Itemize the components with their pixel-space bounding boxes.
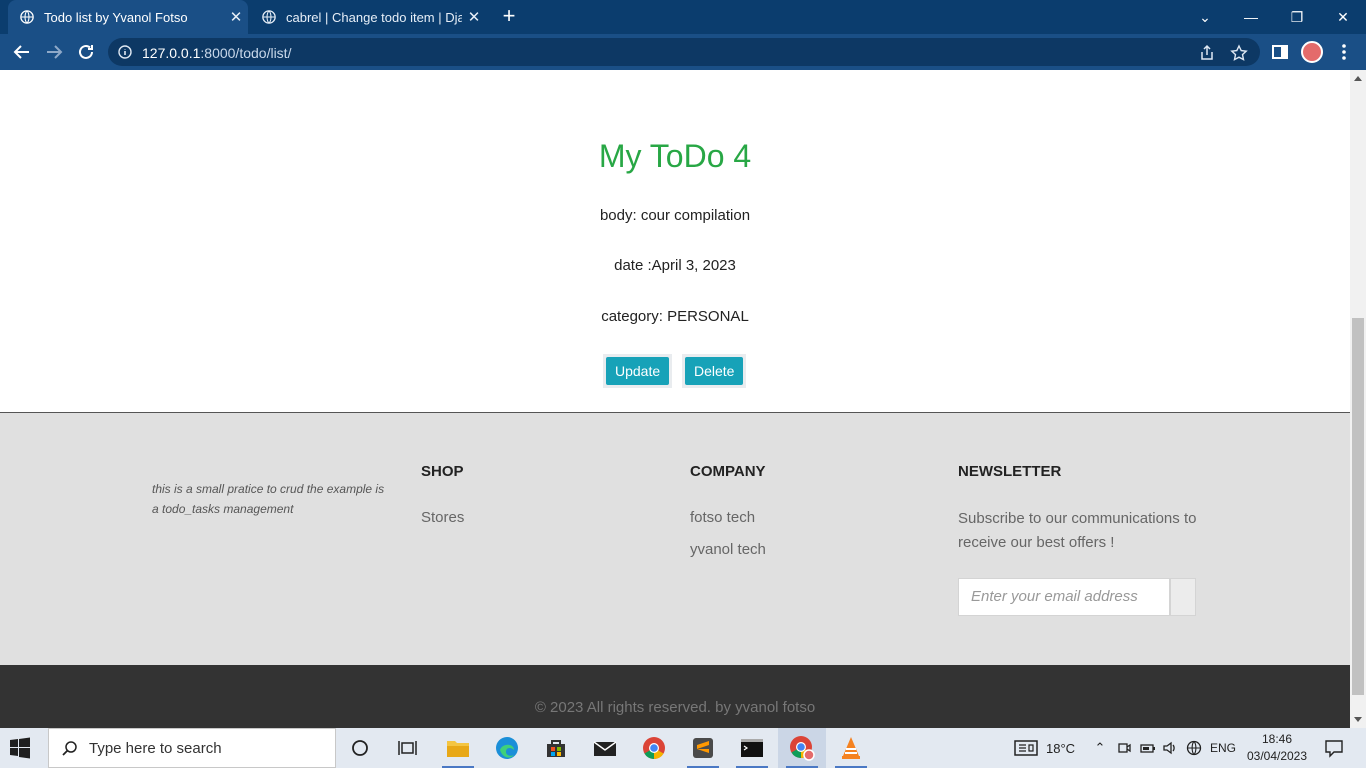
subscribe-button[interactable] — [1170, 578, 1196, 616]
side-panel-icon[interactable] — [1270, 42, 1290, 62]
site-info-icon[interactable] — [118, 45, 132, 59]
footer-link-stores[interactable]: Stores — [421, 509, 464, 526]
todo-card: My ToDo 4 body: cour compilation date :A… — [0, 70, 1350, 412]
cortana-icon[interactable] — [336, 728, 384, 768]
footer-copyright-bar: © 2023 All rights reserved. by yvanol fo… — [0, 665, 1350, 728]
meet-now-icon[interactable] — [1116, 740, 1132, 756]
company-heading: COMPANY — [690, 463, 766, 480]
system-tray: ⌃ ENG — [1092, 728, 1236, 768]
share-icon[interactable] — [1198, 44, 1216, 62]
footer: this is a small pratice to crud the exam… — [0, 412, 1350, 665]
globe-icon — [20, 10, 34, 24]
clock-date: 03/04/2023 — [1246, 749, 1308, 763]
newsletter-heading: NEWSLETTER — [958, 463, 1062, 480]
tab-todo-list[interactable]: Todo list by Yvanol Fotso ✕ — [8, 0, 248, 34]
address-toolbar: 127.0.0.1:8000/todo/list/ — [0, 34, 1366, 70]
volume-icon[interactable] — [1162, 740, 1178, 756]
update-button[interactable]: Update — [603, 354, 673, 388]
tray-chevron-up-icon[interactable]: ⌃ — [1092, 740, 1108, 756]
language-indicator[interactable]: ENG — [1210, 741, 1236, 755]
url-text: 127.0.0.1:8000/todo/list/ — [142, 45, 292, 61]
windows-taskbar: Type here to search 18°C ⌃ ENG 18:46 03/… — [0, 728, 1366, 768]
copyright-text: © 2023 All rights reserved. by yvanol fo… — [534, 699, 816, 716]
footer-link-fotso-tech[interactable]: fotso tech — [690, 509, 755, 526]
sublime-text-icon[interactable] — [679, 728, 727, 768]
newsletter-description: Subscribe to our communications to recei… — [958, 510, 1197, 551]
shop-heading: SHOP — [421, 463, 464, 480]
scroll-down-arrow-icon[interactable] — [1354, 717, 1362, 722]
todo-category: category: PERSONAL — [601, 308, 749, 325]
close-tab-icon[interactable]: ✕ — [224, 8, 248, 26]
todo-body: body: cour compilation — [599, 207, 751, 224]
task-view-icon[interactable] — [384, 728, 432, 768]
reload-icon[interactable] — [74, 40, 98, 64]
weather-widget[interactable]: 18°C — [1014, 728, 1075, 768]
url-bar[interactable]: 127.0.0.1:8000/todo/list/ — [108, 38, 1260, 66]
scrollbar-thumb[interactable] — [1352, 318, 1364, 695]
more-menu-icon[interactable] — [1334, 42, 1354, 62]
todo-date: date :April 3, 2023 — [614, 257, 736, 274]
system-clock[interactable]: 18:46 03/04/2023 — [1246, 731, 1308, 765]
mail-icon[interactable] — [581, 728, 629, 768]
battery-icon[interactable] — [1140, 740, 1156, 756]
delete-button[interactable]: Delete — [682, 354, 747, 388]
email-input[interactable]: Enter your email address — [958, 578, 1170, 616]
close-window-icon[interactable]: ✕ — [1320, 0, 1366, 34]
microsoft-store-icon[interactable] — [532, 728, 580, 768]
chrome-profile-icon[interactable] — [778, 728, 826, 768]
browser-tab-strip: Todo list by Yvanol Fotso ✕ cabrel | Cha… — [0, 0, 1366, 34]
file-explorer-icon[interactable] — [434, 728, 482, 768]
back-icon[interactable] — [10, 40, 34, 64]
tab-search-chevron-icon[interactable]: ⌄ — [1182, 0, 1228, 34]
close-tab-icon[interactable]: ✕ — [462, 8, 486, 26]
tab-change-todo[interactable]: cabrel | Change todo item | Djang ✕ — [250, 0, 486, 34]
bookmark-star-icon[interactable] — [1230, 44, 1248, 62]
taskbar-search-box[interactable]: Type here to search — [48, 728, 336, 768]
windows-start-icon[interactable] — [8, 736, 32, 760]
footer-link-yvanol-tech[interactable]: yvanol tech — [690, 541, 766, 558]
scroll-up-arrow-icon[interactable] — [1354, 76, 1362, 81]
page-content: My ToDo 4 body: cour compilation date :A… — [0, 70, 1350, 728]
weather-temperature: 18°C — [1046, 740, 1076, 756]
tab-title: cabrel | Change todo item | Djang — [286, 9, 462, 25]
taskbar-search-placeholder: Type here to search — [89, 740, 222, 757]
page-scrollbar[interactable] — [1350, 70, 1366, 728]
vlc-icon[interactable] — [827, 728, 875, 768]
todo-title: My ToDo 4 — [598, 138, 752, 174]
notifications-icon[interactable] — [1324, 738, 1344, 758]
terminal-icon[interactable] — [728, 728, 776, 768]
new-tab-button[interactable]: + — [498, 4, 520, 28]
edge-browser-icon[interactable] — [483, 728, 531, 768]
minimize-icon[interactable]: — — [1228, 0, 1274, 34]
network-globe-icon[interactable] — [1186, 740, 1202, 756]
tab-title: Todo list by Yvanol Fotso — [44, 9, 188, 25]
forward-icon[interactable] — [42, 40, 66, 64]
globe-icon — [262, 10, 276, 24]
search-icon — [62, 741, 77, 756]
todo-actions: Update Delete — [600, 354, 750, 388]
footer-about-text: this is a small pratice to crud the exam… — [152, 482, 385, 516]
news-weather-icon — [1014, 740, 1038, 756]
restore-icon[interactable]: ❐ — [1274, 0, 1320, 34]
profile-avatar[interactable] — [1301, 41, 1323, 63]
clock-time: 18:46 — [1261, 732, 1293, 746]
chrome-icon[interactable] — [630, 728, 678, 768]
